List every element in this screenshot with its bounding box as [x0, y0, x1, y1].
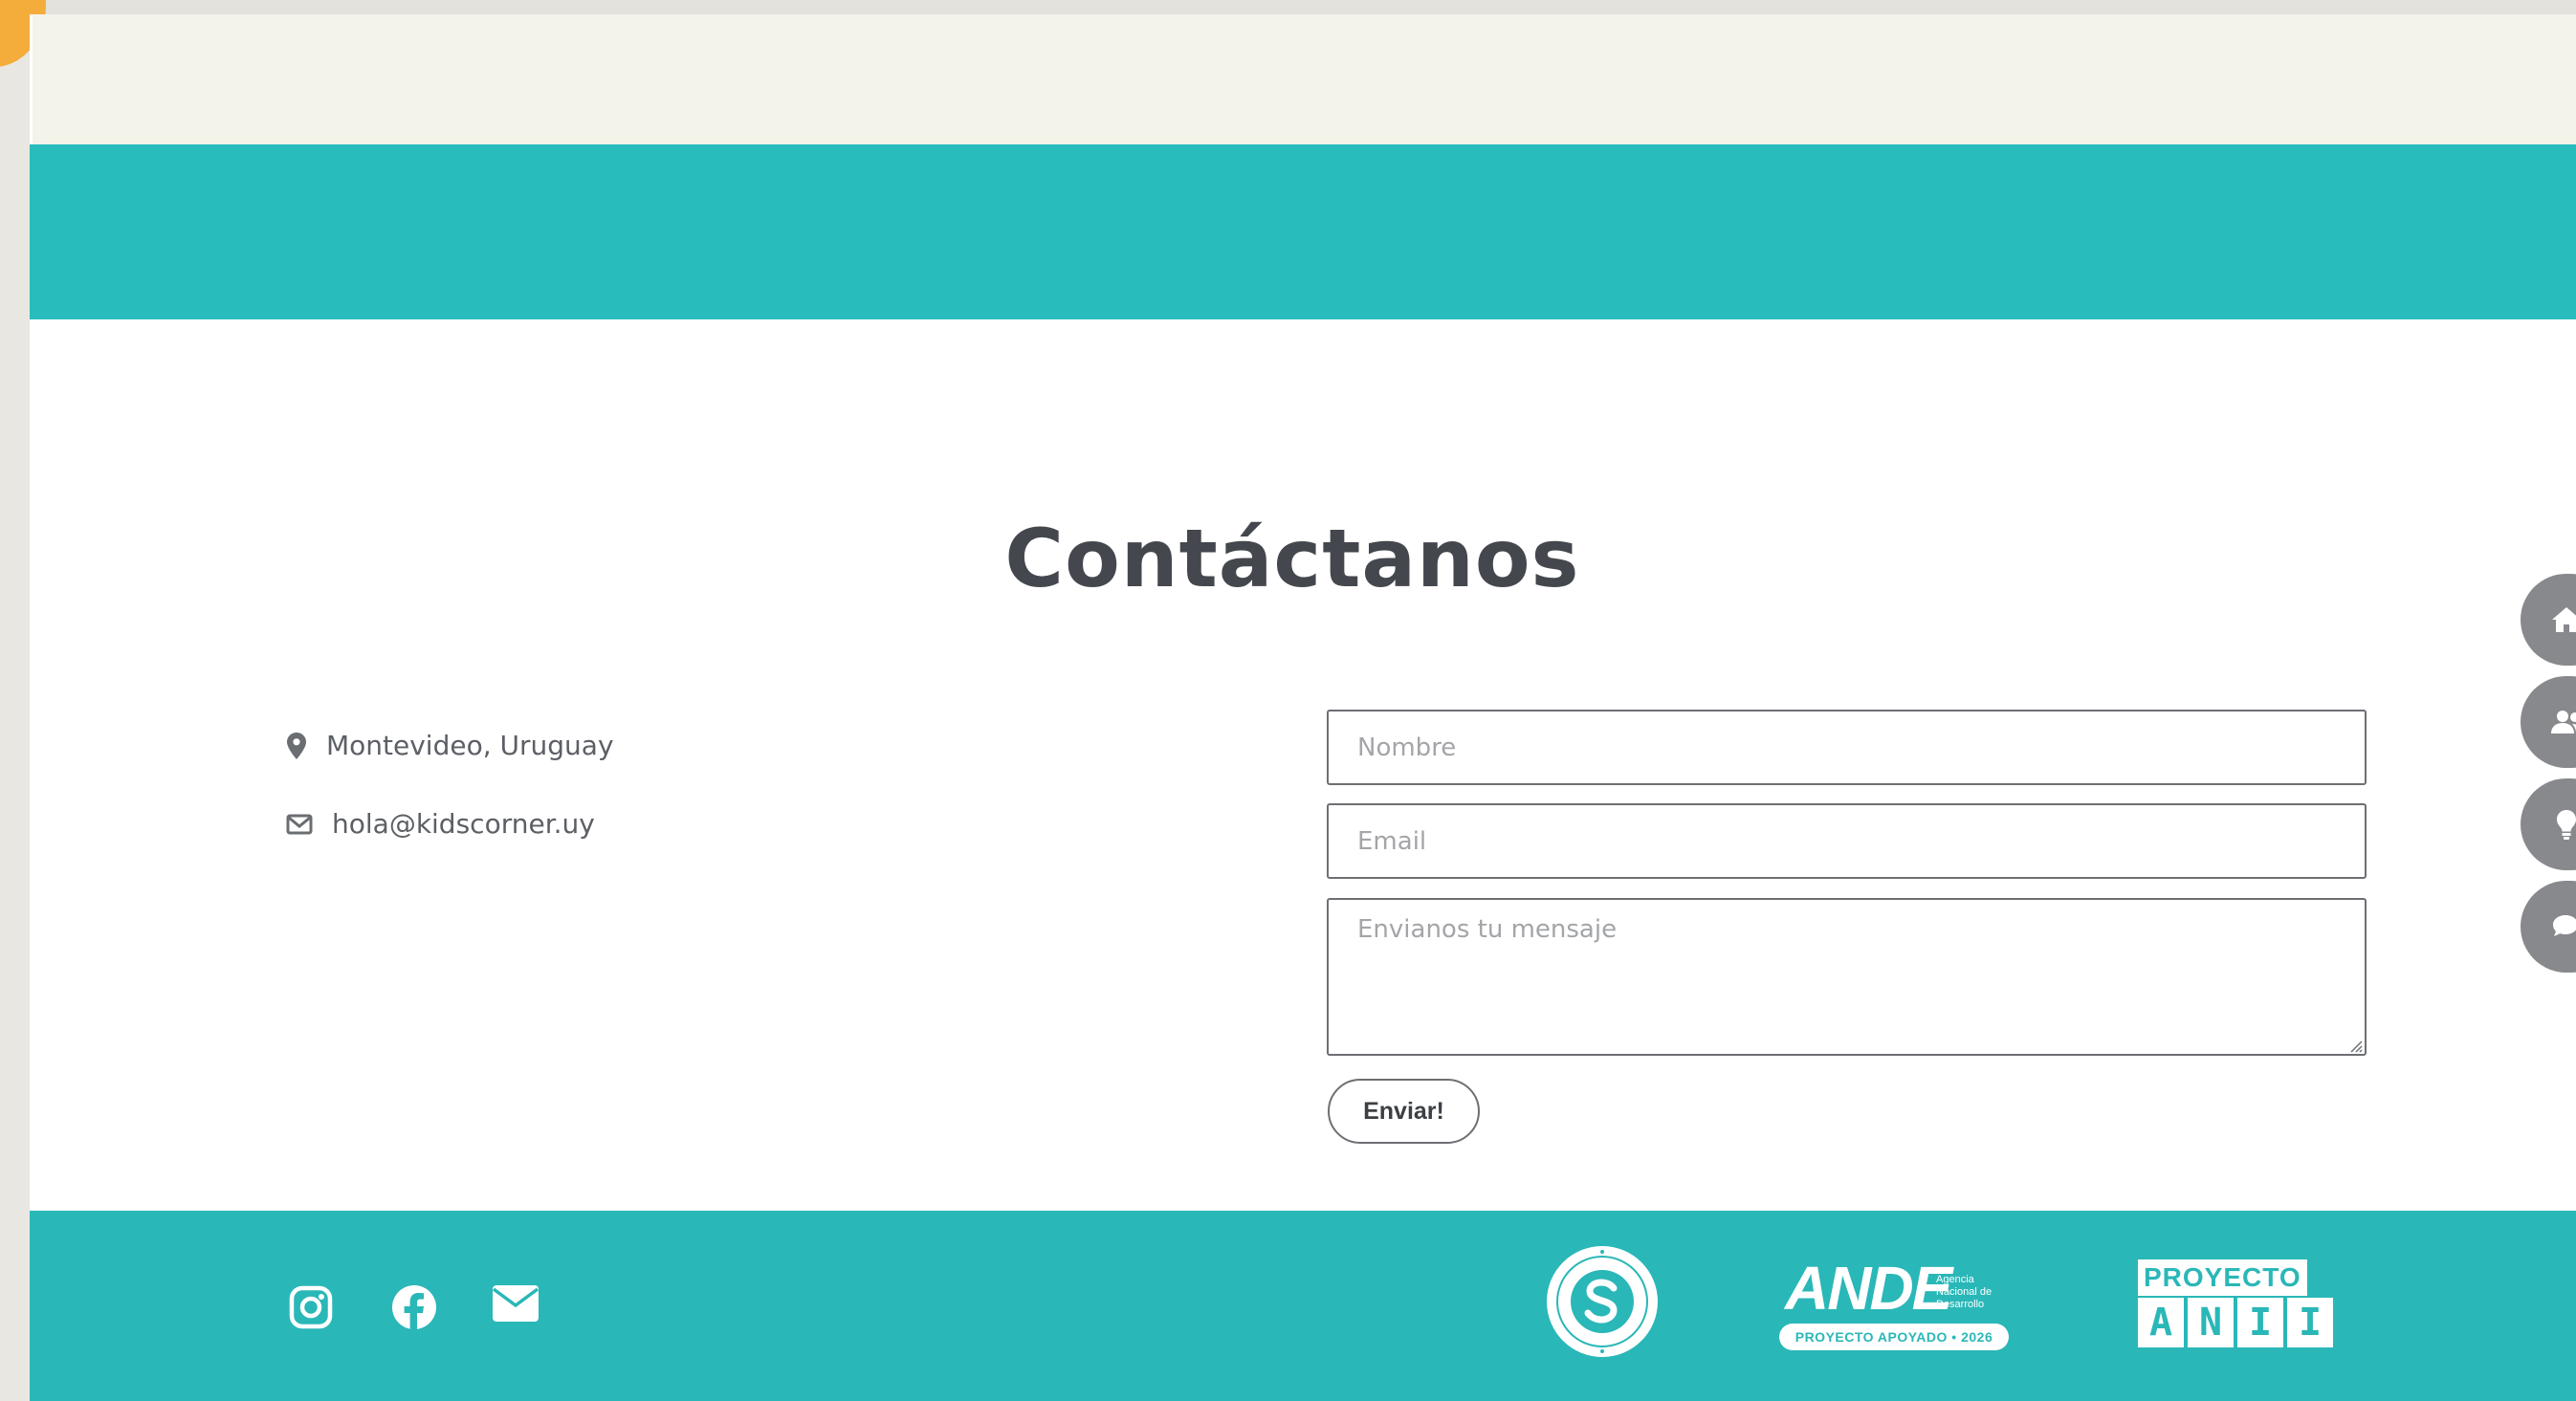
- facebook-icon[interactable]: [391, 1284, 437, 1330]
- email-input[interactable]: [1327, 803, 2367, 879]
- header-band: [30, 144, 2576, 319]
- browser-top-strip: [0, 0, 2576, 14]
- footer: ANDE Agencia Nacional de Desarrollo PROY…: [30, 1211, 2576, 1401]
- anii-logo: PROYECTO A N I I: [2138, 1259, 2337, 1350]
- message-textarea[interactable]: [1327, 898, 2367, 1056]
- envelope-outline-icon: [286, 814, 313, 835]
- location-text: Montevideo, Uruguay: [326, 730, 614, 761]
- page-title: Contáctanos: [1004, 512, 1580, 605]
- envelope-icon[interactable]: [492, 1284, 539, 1330]
- name-input[interactable]: [1327, 710, 2367, 785]
- page: Contáctanos Montevideo, Uruguay hola@kid…: [30, 14, 2576, 1401]
- contact-location: Montevideo, Uruguay: [286, 730, 614, 761]
- ande-logo: ANDE Agencia Nacional de Desarrollo PROY…: [1779, 1257, 2013, 1352]
- contact-email: hola@kidscorner.uy: [286, 808, 595, 840]
- email-link[interactable]: hola@kidscorner.uy: [332, 808, 595, 840]
- instagram-icon[interactable]: [288, 1284, 334, 1330]
- resize-grip-icon[interactable]: [2349, 1039, 2363, 1053]
- top-band: [33, 14, 2576, 144]
- map-pin-icon: [286, 732, 307, 760]
- submit-button[interactable]: Enviar!: [1328, 1079, 1480, 1144]
- sinergia-logo: [1544, 1243, 1661, 1360]
- browser-left-strip: [0, 0, 30, 1401]
